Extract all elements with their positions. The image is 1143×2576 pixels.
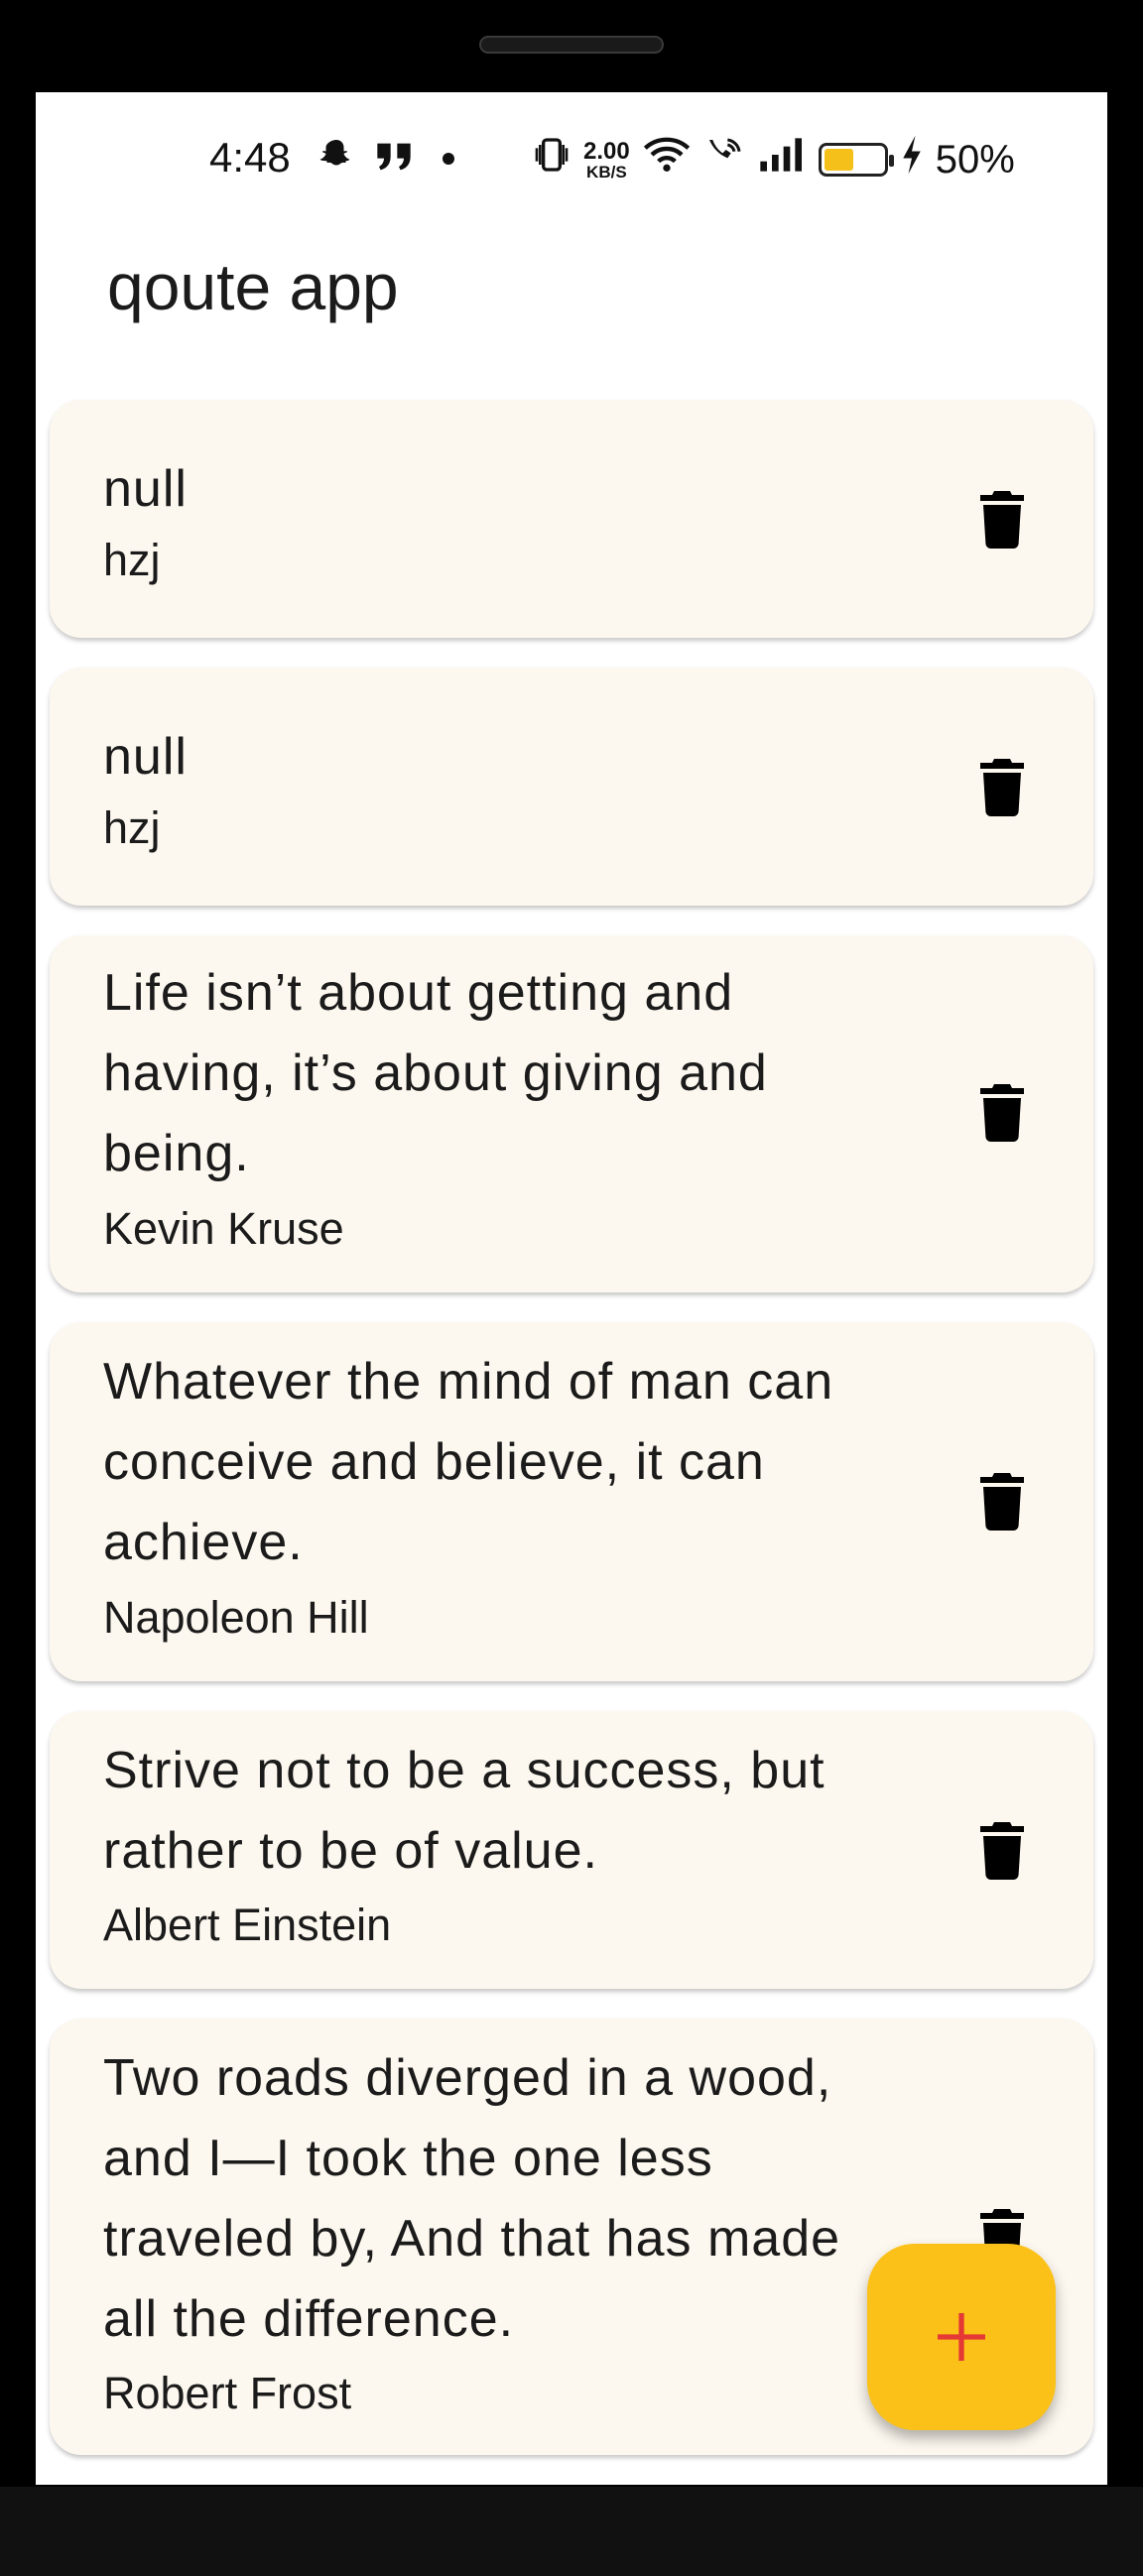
list-item[interactable]: null hzj (50, 668, 1093, 906)
quote-author: Robert Frost (103, 2368, 352, 2418)
vibrate-icon (532, 135, 572, 184)
dot-icon (434, 136, 463, 184)
network-speed-unit: KB/S (586, 162, 627, 182)
signal-icon (757, 135, 807, 184)
list-item[interactable]: Strive not to be a success, but rather t… (50, 1711, 1093, 1989)
list-item[interactable]: null hzj (50, 400, 1093, 638)
snapchat-icon (318, 136, 354, 184)
add-quote-button[interactable] (867, 2244, 1056, 2430)
bottom-bezel (0, 2487, 1143, 2576)
screen: 4:48 2.00 KB/S 50% qoute app null hzj nu… (36, 92, 1107, 2485)
delete-button[interactable] (962, 1810, 1042, 1890)
system-icons: 2.00 KB/S 50% (532, 134, 1015, 185)
status-time: 4:48 (209, 134, 291, 181)
network-speed-value: 2.00 (583, 137, 630, 165)
quote-author: Albert Einstein (103, 1900, 392, 1950)
wifi-icon (642, 135, 692, 184)
quote-author: Kevin Kruse (103, 1203, 344, 1254)
trash-icon (980, 1473, 1024, 1531)
page-title: qoute app (107, 250, 399, 323)
quote-text: Two roads diverged in a wood, and I—I to… (103, 2049, 841, 2348)
list-item[interactable]: Whatever the mind of man can conceive an… (50, 1322, 1093, 1681)
network-speed: 2.00 KB/S (583, 137, 630, 182)
plus-icon (938, 2313, 985, 2361)
quote-author: Napoleon Hill (103, 1592, 369, 1643)
battery-fill (824, 149, 853, 171)
quote-text: Life isn’t about getting and having, it’… (103, 964, 768, 1182)
quote-text: null (103, 728, 188, 786)
quote-author: hzj (103, 535, 161, 585)
quote-icon (374, 136, 414, 184)
quote-text: Whatever the mind of man can conceive an… (103, 1353, 834, 1571)
quote-author: hzj (103, 802, 161, 853)
charging-icon (900, 134, 924, 185)
status-bar: 4:48 2.00 KB/S 50% (36, 92, 1107, 231)
wifi-calling-icon (703, 135, 745, 184)
phone-frame: 4:48 2.00 KB/S 50% qoute app null hzj nu… (0, 0, 1143, 2576)
trash-icon (980, 1822, 1024, 1880)
delete-button[interactable] (962, 479, 1042, 558)
quote-text: null (103, 460, 188, 518)
trash-icon (980, 1084, 1024, 1142)
notification-icons (318, 136, 463, 184)
list-item[interactable]: Life isn’t about getting and having, it’… (50, 935, 1093, 1292)
delete-button[interactable] (962, 1072, 1042, 1152)
delete-button[interactable] (962, 1461, 1042, 1540)
speaker-grille (479, 36, 664, 54)
battery-icon (818, 143, 894, 177)
quote-text: Strive not to be a success, but rather t… (103, 1742, 826, 1880)
trash-icon (980, 759, 1024, 816)
trash-icon (980, 491, 1024, 549)
delete-button[interactable] (962, 747, 1042, 826)
battery-percent: 50% (935, 137, 1015, 182)
